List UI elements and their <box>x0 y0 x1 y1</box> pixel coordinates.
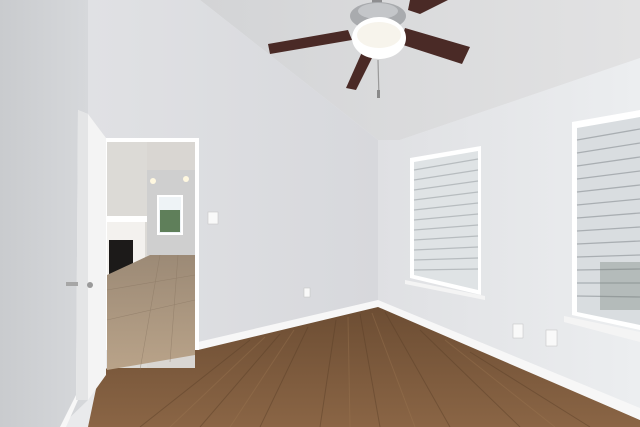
door-knob-icon[interactable] <box>87 282 93 288</box>
light-switch-icon[interactable] <box>207 211 219 225</box>
outlet-icon <box>512 323 524 339</box>
left-wall <box>0 0 88 427</box>
window-blinds-icon[interactable] <box>564 110 640 342</box>
room-illustration <box>0 0 640 427</box>
outlet-icon <box>303 287 311 298</box>
doorway <box>103 138 199 371</box>
window-blinds-icon[interactable] <box>405 146 485 300</box>
room-photo <box>0 0 640 427</box>
outlet-icon <box>545 329 558 347</box>
